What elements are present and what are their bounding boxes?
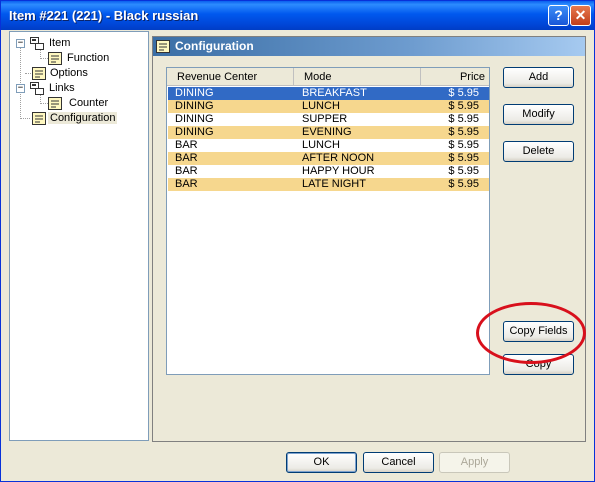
copy-button[interactable]: Copy — [503, 354, 574, 375]
tree-item-function[interactable]: Function — [65, 52, 111, 64]
config-icon — [48, 97, 62, 110]
cell-mode: LUNCH — [302, 139, 340, 151]
apply-button[interactable]: Apply — [439, 452, 510, 473]
cell-price: $ 5.95 — [448, 178, 479, 190]
cell-mode: AFTER NOON — [302, 152, 375, 164]
config-icon — [156, 40, 170, 53]
column-header-mode[interactable]: Mode — [294, 68, 421, 86]
cell-revenue-center: DINING — [175, 113, 214, 125]
cell-revenue-center: BAR — [175, 139, 198, 151]
column-header-revenue-center[interactable]: Revenue Center — [167, 68, 294, 86]
table-row[interactable]: BAR HAPPY HOUR $ 5.95 — [168, 165, 489, 178]
panel-title: Configuration — [175, 39, 254, 53]
delete-button[interactable]: Delete — [503, 141, 574, 162]
cell-revenue-center: DINING — [175, 100, 214, 112]
window-title: Item #221 (221) - Black russian — [9, 8, 199, 23]
cell-mode: SUPPER — [302, 113, 348, 125]
cell-price: $ 5.95 — [448, 113, 479, 125]
table-row[interactable]: BAR AFTER NOON $ 5.95 — [168, 152, 489, 165]
config-icon — [32, 112, 46, 125]
modify-button[interactable]: Modify — [503, 104, 574, 125]
cell-mode: HAPPY HOUR — [302, 165, 375, 177]
cell-revenue-center: BAR — [175, 165, 198, 177]
cell-mode: LUNCH — [302, 100, 340, 112]
copy-fields-button[interactable]: Copy Fields — [503, 321, 574, 342]
cell-revenue-center: DINING — [175, 126, 214, 138]
cell-price: $ 5.95 — [448, 126, 479, 138]
price-grid[interactable]: Revenue Center Mode Price DINING BREAKFA… — [166, 67, 490, 375]
expand-item-icon[interactable]: − — [16, 39, 25, 48]
tree-item-configuration[interactable]: Configuration — [48, 112, 118, 124]
folder-tree-icon — [30, 82, 44, 95]
dialog-window: Item #221 (221) - Black russian ? ✕ − It… — [0, 0, 595, 482]
grid-header: Revenue Center Mode Price — [167, 68, 489, 86]
cell-price: $ 5.95 — [448, 152, 479, 164]
table-row[interactable]: BAR LATE NIGHT $ 5.95 — [168, 178, 489, 191]
cell-mode: BREAKFAST — [302, 87, 367, 99]
config-icon — [32, 67, 46, 80]
config-icon — [48, 52, 62, 65]
table-row[interactable]: BAR LUNCH $ 5.95 — [168, 139, 489, 152]
cancel-button[interactable]: Cancel — [363, 452, 434, 473]
cell-price: $ 5.95 — [448, 139, 479, 151]
table-row[interactable]: DINING EVENING $ 5.95 — [168, 126, 489, 139]
cell-mode: LATE NIGHT — [302, 178, 366, 190]
panel-header: Configuration — [153, 37, 585, 56]
cell-revenue-center: DINING — [175, 87, 214, 99]
navigation-tree: − Item Function Options − Links Counter … — [9, 31, 149, 441]
tree-item-options[interactable]: Options — [48, 67, 90, 79]
cell-price: $ 5.95 — [448, 165, 479, 177]
close-button[interactable]: ✕ — [570, 5, 591, 26]
cell-mode: EVENING — [302, 126, 352, 138]
tree-item-counter[interactable]: Counter — [67, 97, 110, 109]
table-row[interactable]: DINING BREAKFAST $ 5.95 — [168, 87, 489, 100]
cell-price: $ 5.95 — [448, 87, 479, 99]
table-row[interactable]: DINING LUNCH $ 5.95 — [168, 100, 489, 113]
title-bar[interactable]: Item #221 (221) - Black russian ? ✕ — [1, 1, 594, 30]
cell-revenue-center: BAR — [175, 152, 198, 164]
add-button[interactable]: Add — [503, 67, 574, 88]
tree-item-item[interactable]: Item — [47, 37, 72, 49]
column-header-price[interactable]: Price — [421, 68, 489, 86]
cell-revenue-center: BAR — [175, 178, 198, 190]
folder-tree-icon — [30, 37, 44, 50]
help-button[interactable]: ? — [548, 5, 569, 26]
tree-item-links[interactable]: Links — [47, 82, 77, 94]
expand-links-icon[interactable]: − — [16, 84, 25, 93]
ok-button[interactable]: OK — [286, 452, 357, 473]
table-row[interactable]: DINING SUPPER $ 5.95 — [168, 113, 489, 126]
cell-price: $ 5.95 — [448, 100, 479, 112]
